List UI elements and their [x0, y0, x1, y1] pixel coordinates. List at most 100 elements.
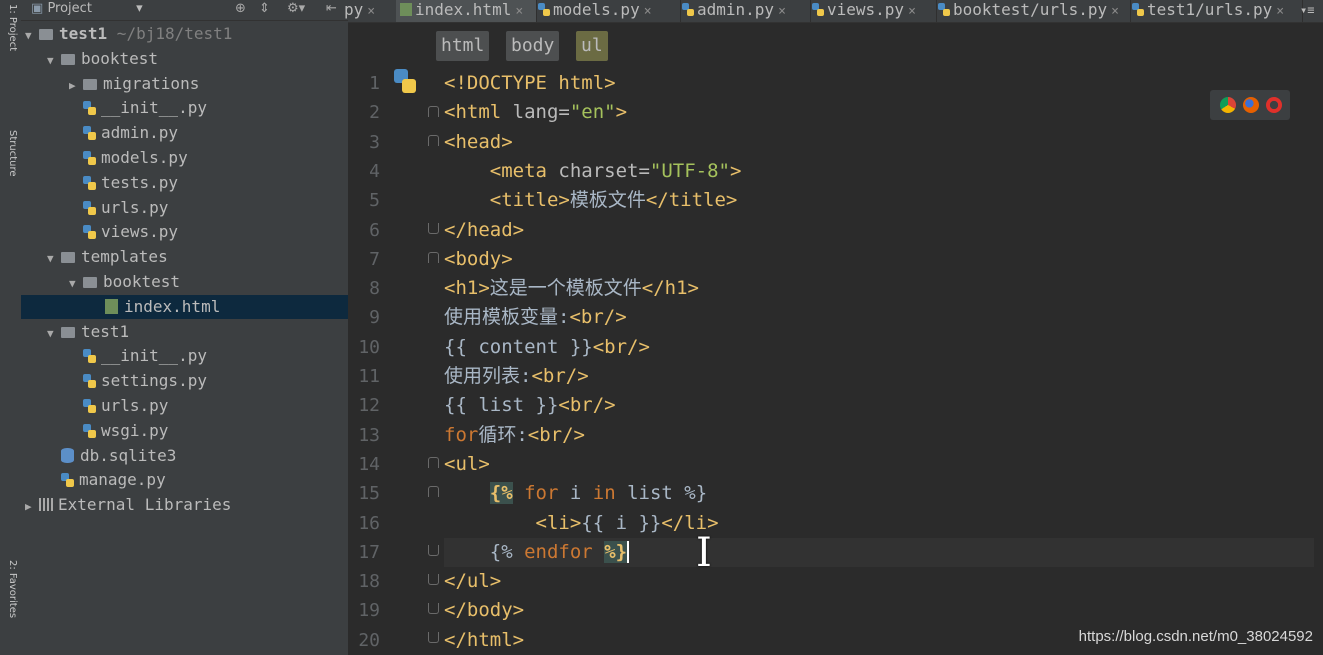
tab-admin-py[interactable]: admin.py ×	[678, 0, 811, 22]
locate-icon[interactable]: ⊕	[235, 1, 246, 16]
close-tab-icon[interactable]: ×	[1276, 4, 1284, 19]
fold-marker-for[interactable]	[428, 486, 439, 497]
code-line-14: <ul>	[444, 452, 490, 475]
code-line-12: {{ list }}<br/>	[444, 394, 616, 417]
line-number: 13	[358, 424, 380, 446]
gear-icon[interactable]: ⚙▾	[287, 1, 305, 16]
code-line-3: <head>	[444, 130, 513, 153]
close-tab-icon[interactable]: ×	[778, 4, 786, 19]
close-tab-icon[interactable]: ×	[367, 4, 375, 19]
python-file-icon	[392, 67, 418, 95]
tree-item-urls-py[interactable]: urls.py	[69, 394, 168, 418]
tree-item-label: migrations	[103, 73, 200, 93]
line-number: 1	[369, 73, 380, 94]
tree-item-booktest[interactable]: ▼ booktest	[47, 47, 158, 71]
fold-marker-html[interactable]	[428, 106, 439, 117]
tree-item-label: settings.py	[101, 371, 207, 391]
collapsed-arrow-icon[interactable]: ▶	[69, 74, 83, 98]
tree-item-external-libraries[interactable]: ▶ External Libraries	[25, 493, 231, 517]
tree-item-settings-py[interactable]: settings.py	[69, 369, 207, 393]
breadcrumb-html[interactable]: html	[436, 31, 490, 61]
tree-item-db-sqlite3[interactable]: db.sqlite3	[47, 444, 176, 468]
breadcrumb-ul[interactable]: ul	[576, 31, 608, 61]
tree-item-urls-py[interactable]: urls.py	[69, 196, 168, 220]
code-line-6: </head>	[444, 218, 525, 241]
project-panel: ▣ Project ▾ ⊕ ⇕ ⚙▾ ⇤ ▼ test1 ~/bj18/test1…	[21, 0, 418, 655]
close-tab-icon[interactable]: ×	[515, 4, 523, 19]
expand-arrow-icon[interactable]: ▼	[47, 247, 61, 271]
close-tab-icon[interactable]: ×	[1111, 4, 1119, 19]
tree-item-test1[interactable]: ▼ test1 ~/bj18/test1	[25, 22, 232, 46]
folder-icon	[83, 277, 97, 288]
folder-icon	[39, 29, 53, 40]
tree-item-label: manage.py	[79, 470, 166, 490]
open-in-browser-popup	[1210, 90, 1290, 120]
python-file-icon	[83, 399, 96, 413]
line-number: 9	[369, 307, 380, 329]
opera-icon[interactable]	[1266, 97, 1282, 113]
collapse-all-icon[interactable]: ⇕	[259, 1, 270, 16]
tree-item-views-py[interactable]: views.py	[69, 220, 178, 244]
tree-item-admin-py[interactable]: admin.py	[69, 121, 178, 145]
expand-arrow-icon[interactable]: ▼	[69, 272, 83, 296]
tree-item-booktest[interactable]: ▼ booktest	[69, 270, 180, 294]
firefox-icon[interactable]	[1243, 97, 1259, 113]
tree-item-wsgi-py[interactable]: wsgi.py	[69, 419, 168, 443]
project-view-selector[interactable]: ▣ Project ▾	[31, 1, 143, 16]
tree-item-migrations[interactable]: ▶ migrations	[69, 72, 199, 96]
tree-item--init-py[interactable]: __init__.py	[69, 344, 207, 368]
structure-tool-button[interactable]: Structure	[3, 130, 18, 177]
python-file-icon	[83, 200, 96, 215]
fold-marker-endfor[interactable]	[428, 545, 439, 556]
expand-arrow-icon[interactable]: ▼	[25, 24, 39, 48]
code-editor[interactable]: html body ul 1 2 3 4 5 6 7 8 9 10 11 12 13 14 15 16 17 18…	[348, 23, 1323, 655]
tree-item-label: views.py	[101, 222, 179, 242]
tab-models-py[interactable]: models.py ×	[534, 0, 681, 22]
expand-arrow-icon[interactable]: ▼	[47, 322, 61, 346]
fold-marker-head[interactable]	[428, 135, 439, 146]
python-file-icon	[83, 151, 96, 165]
fold-marker-head-end[interactable]	[428, 223, 439, 234]
tab-booktest-urls-py[interactable]: booktest/urls.py ×	[934, 0, 1131, 22]
tab-label: index.html	[415, 0, 512, 19]
collapsed-arrow-icon[interactable]: ▶	[25, 495, 39, 519]
tree-item-manage-py[interactable]: manage.py	[47, 468, 166, 492]
tab-overflow-icon[interactable]: ▾≡	[1300, 0, 1322, 22]
tree-item-label: urls.py	[101, 396, 169, 415]
tab-views-py[interactable]: views.py ×	[808, 0, 937, 22]
tree-item-label: test1	[81, 321, 130, 341]
tab-index-html[interactable]: index.html ×	[396, 0, 537, 22]
line-number: 16	[358, 512, 380, 534]
python-file-icon	[538, 3, 550, 16]
line-number: 8	[369, 278, 380, 300]
tree-item-label: __init__.py	[101, 98, 207, 118]
breadcrumb-body[interactable]: body	[506, 31, 560, 61]
favorites-tool-button[interactable]: 2: Favorites	[3, 560, 18, 618]
python-file-icon	[83, 374, 96, 389]
chrome-icon[interactable]	[1220, 97, 1236, 113]
tree-item-test1[interactable]: ▼ test1	[47, 320, 129, 344]
code-line-1: <!DOCTYPE html>	[444, 72, 616, 94]
close-tab-icon[interactable]: ×	[908, 4, 916, 19]
tab-label: test1/urls.py	[1147, 0, 1273, 19]
project-tool-button[interactable]: 1: Project	[3, 4, 18, 51]
fold-marker-ul[interactable]	[428, 457, 439, 468]
line-number: 17	[358, 541, 380, 563]
fold-marker-ul-end[interactable]	[428, 574, 439, 585]
fold-marker-html-end[interactable]	[428, 632, 439, 643]
expand-arrow-icon[interactable]: ▼	[47, 49, 61, 73]
tree-item-label: urls.py	[101, 197, 169, 217]
tree-item-tests-py[interactable]: tests.py	[69, 171, 178, 195]
fold-marker-body-end[interactable]	[428, 603, 439, 614]
line-number: 11	[358, 366, 380, 387]
database-icon	[61, 447, 74, 463]
tree-item-models-py[interactable]: models.py	[69, 146, 188, 170]
tab-py[interactable]: py ×	[340, 0, 397, 22]
tree-item--init-py[interactable]: __init__.py	[69, 96, 207, 120]
close-tab-icon[interactable]: ×	[644, 4, 652, 19]
tree-item-templates[interactable]: ▼ templates	[47, 245, 168, 269]
hide-panel-icon[interactable]: ⇤	[326, 1, 337, 16]
fold-marker-body[interactable]	[428, 252, 439, 263]
html-file-icon	[105, 298, 118, 314]
tab-test1-urls-py[interactable]: test1/urls.py ×	[1128, 0, 1303, 22]
